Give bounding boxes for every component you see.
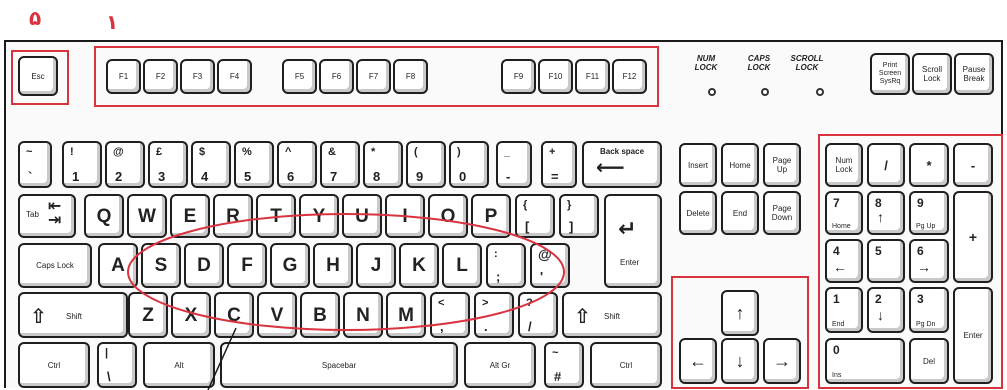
highlight-box-arrow-keys (671, 276, 809, 389)
key-s[interactable]: S (141, 243, 181, 288)
shift-arrow-icon: ⇧ (30, 306, 47, 328)
caps-lock-led-icon (761, 88, 769, 96)
key-b[interactable]: B (300, 292, 340, 338)
key-5[interactable]: % 5 (234, 141, 274, 188)
key-alt-gr[interactable]: Alt Gr (464, 342, 536, 388)
keyboard-diagram: ۵ ۱ ۸ ۷ NUM LOCK CAPS LOCK SCROLL LOCK E… (0, 0, 1007, 390)
annotation-1: ۱ (106, 10, 119, 34)
key-8[interactable]: * 8 (363, 141, 403, 188)
key-e[interactable]: E (170, 194, 210, 238)
key-scroll-lock[interactable]: Scroll Lock (912, 53, 952, 95)
key-y[interactable]: Y (299, 194, 339, 238)
key-caps-lock[interactable]: Caps Lock (18, 243, 92, 288)
shift-arrow-icon: ⇧ (574, 306, 591, 328)
key-f[interactable]: F (227, 243, 267, 288)
scroll-lock-label: SCROLL LOCK (790, 54, 824, 72)
key-u[interactable]: U (342, 194, 382, 238)
key-hash[interactable]: ~ # (544, 342, 584, 388)
key-z[interactable]: Z (128, 292, 168, 338)
key-right-ctrl[interactable]: Ctrl (590, 342, 662, 388)
key-alt[interactable]: Alt (143, 342, 215, 388)
key-pipe[interactable]: | \ (97, 342, 137, 388)
key-j[interactable]: J (356, 243, 396, 288)
annotation-5: ۵ (29, 6, 42, 30)
caps-lock-label: CAPS LOCK (747, 54, 771, 72)
key-o[interactable]: O (428, 194, 468, 238)
key-4[interactable]: $4 (191, 141, 231, 188)
key-pause-break[interactable]: Pause Break (954, 53, 994, 95)
highlight-box-numpad (818, 134, 1003, 389)
key-w[interactable]: W (127, 194, 167, 238)
num-lock-led-icon (708, 88, 716, 96)
key-left-shift[interactable]: ⇧ Shift (18, 292, 128, 338)
key-3[interactable]: £3 (148, 141, 188, 188)
key-9[interactable]: (9 (406, 141, 446, 188)
key-delete[interactable]: Delete (679, 191, 717, 235)
key-p[interactable]: P (471, 194, 511, 238)
key-0[interactable]: ) 0 (449, 141, 489, 188)
key-period[interactable]: >. (474, 292, 514, 338)
key-h[interactable]: H (313, 243, 353, 288)
key-m[interactable]: M (386, 292, 426, 338)
scroll-lock-led-icon (816, 88, 824, 96)
key-left-ctrl[interactable]: Ctrl (18, 342, 90, 388)
key-quote[interactable]: @ ' (530, 243, 570, 288)
key-slash[interactable]: ? / (518, 292, 558, 338)
key-x[interactable]: X (171, 292, 211, 338)
tab-arrows-icon: ⇤ ⇥ (48, 198, 62, 229)
key-equal[interactable]: + = (541, 141, 577, 188)
key-insert[interactable]: Insert (679, 143, 717, 187)
key-t[interactable]: T (256, 194, 296, 238)
key-left-bracket[interactable]: {[ (515, 194, 555, 238)
key-k[interactable]: K (399, 243, 439, 288)
key-print-screen[interactable]: Print Screen SysRq (870, 53, 910, 95)
key-home[interactable]: Home (721, 143, 759, 187)
key-1[interactable]: ! 1 (62, 141, 102, 188)
key-i[interactable]: I (385, 194, 425, 238)
key-semicolon[interactable]: :; (486, 243, 526, 288)
key-tab[interactable]: Tab ⇤ ⇥ (18, 194, 76, 238)
key-page-down[interactable]: Page Down (763, 191, 801, 235)
enter-arrow-icon: ↵ (618, 216, 637, 241)
key-backtick[interactable]: ~ ` (18, 141, 52, 188)
key-backspace[interactable]: Back space ⟵ (582, 141, 662, 188)
key-enter[interactable]: ↵ Enter (604, 194, 662, 288)
key-r[interactable]: R (213, 194, 253, 238)
key-l[interactable]: L (442, 243, 482, 288)
key-spacebar[interactable]: Spacebar (220, 342, 458, 388)
key-minus[interactable]: _ - (496, 141, 532, 188)
key-n[interactable]: N (343, 292, 383, 338)
key-c[interactable]: C (214, 292, 254, 338)
num-lock-label: NUM LOCK (694, 54, 718, 72)
highlight-box-esc (11, 50, 69, 105)
key-page-up[interactable]: Page Up (763, 143, 801, 187)
key-right-bracket[interactable]: }] (559, 194, 599, 238)
backspace-arrow-icon: ⟵ (596, 157, 625, 179)
key-6[interactable]: ^ 6 (277, 141, 317, 188)
key-a[interactable]: A (98, 243, 138, 288)
key-right-shift[interactable]: ⇧ Shift (562, 292, 662, 338)
key-2[interactable]: @2 (105, 141, 145, 188)
highlight-box-function-keys (94, 46, 659, 107)
key-g[interactable]: G (270, 243, 310, 288)
key-d[interactable]: D (184, 243, 224, 288)
key-q[interactable]: Q (84, 194, 124, 238)
key-comma[interactable]: <, (430, 292, 470, 338)
key-v[interactable]: V (257, 292, 297, 338)
key-end[interactable]: End (721, 191, 759, 235)
key-7[interactable]: & 7 (320, 141, 360, 188)
